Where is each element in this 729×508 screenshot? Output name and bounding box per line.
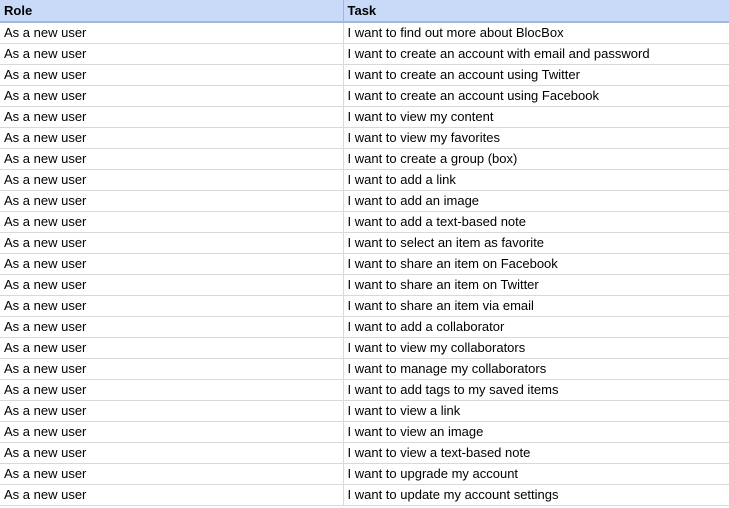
table-row: As a new user I want to share an item via… <box>0 295 729 317</box>
table-row: As a new user I want to upgrade my accoun… <box>0 463 729 485</box>
cell-role[interactable]: As a new user <box>0 211 344 233</box>
header-row: Role Task <box>0 0 729 23</box>
table-row: As a new user I want to view my favorites <box>0 127 729 149</box>
table-row: As a new user I want to create an account… <box>0 85 729 107</box>
cell-task[interactable]: I want to view a link <box>343 400 729 422</box>
table-row: As a new user I want to find out more abo… <box>0 22 729 44</box>
cell-task[interactable]: I want to view my favorites <box>343 127 729 149</box>
cell-role[interactable]: As a new user <box>0 274 344 296</box>
table-row: As a new user I want to add a text-based … <box>0 211 729 233</box>
table-row: As a new user I want to create an account… <box>0 64 729 86</box>
cell-role[interactable]: As a new user <box>0 253 344 275</box>
cell-task[interactable]: I want to update my account settings <box>343 484 729 506</box>
cell-task[interactable]: I want to view a text-based note <box>343 442 729 464</box>
table-header: Role Task <box>0 0 729 23</box>
cell-task[interactable]: I want to view my collaborators <box>343 337 729 359</box>
table-row: As a new user I want to view an image <box>0 421 729 443</box>
cell-task[interactable]: I want to manage my collaborators <box>343 358 729 380</box>
cell-role[interactable]: As a new user <box>0 316 344 338</box>
cell-task[interactable]: I want to select an item as favorite <box>343 232 729 254</box>
cell-role[interactable]: As a new user <box>0 106 344 128</box>
column-header-task[interactable]: Task <box>343 0 729 23</box>
table-row: As a new user I want to add a link <box>0 169 729 191</box>
cell-task[interactable]: I want to share an item via email <box>343 295 729 317</box>
cell-role[interactable]: As a new user <box>0 85 344 107</box>
table-row: As a new user I want to add tags to my sa… <box>0 379 729 401</box>
cell-role[interactable]: As a new user <box>0 442 344 464</box>
cell-role[interactable]: As a new user <box>0 484 344 506</box>
cell-task[interactable]: I want to view an image <box>343 421 729 443</box>
cell-role[interactable]: As a new user <box>0 400 344 422</box>
cell-task[interactable]: I want to add a collaborator <box>343 316 729 338</box>
cell-role[interactable]: As a new user <box>0 127 344 149</box>
cell-role[interactable]: As a new user <box>0 169 344 191</box>
cell-role[interactable]: As a new user <box>0 22 344 44</box>
table-body: As a new user I want to find out more abo… <box>0 22 729 506</box>
cell-role[interactable]: As a new user <box>0 337 344 359</box>
cell-task[interactable]: I want to add an image <box>343 190 729 212</box>
cell-task[interactable]: I want to add a text-based note <box>343 211 729 233</box>
table-row: As a new user I want to create an account… <box>0 43 729 65</box>
cell-task[interactable]: I want to view my content <box>343 106 729 128</box>
cell-task[interactable]: I want to add a link <box>343 169 729 191</box>
table-row: As a new user I want to select an item as… <box>0 232 729 254</box>
table-row: As a new user I want to view a text-based… <box>0 442 729 464</box>
cell-task[interactable]: I want to create an account with email a… <box>343 43 729 65</box>
table-row: As a new user I want to update my account… <box>0 484 729 506</box>
table-row: As a new user I want to share an item on … <box>0 253 729 275</box>
cell-task[interactable]: I want to upgrade my account <box>343 463 729 485</box>
cell-task[interactable]: I want to create a group (box) <box>343 148 729 170</box>
spreadsheet-table: Role Task As a new user I want to find ou… <box>0 0 729 506</box>
table-row: As a new user I want to add an image <box>0 190 729 212</box>
cell-task[interactable]: I want to create an account using Twitte… <box>343 64 729 86</box>
cell-role[interactable]: As a new user <box>0 421 344 443</box>
column-header-role[interactable]: Role <box>0 0 344 23</box>
cell-role[interactable]: As a new user <box>0 358 344 380</box>
table-row: As a new user I want to manage my collabo… <box>0 358 729 380</box>
table-row: As a new user I want to view a link <box>0 400 729 422</box>
table-row: As a new user I want to add a collaborato… <box>0 316 729 338</box>
cell-task[interactable]: I want to create an account using Facebo… <box>343 85 729 107</box>
cell-role[interactable]: As a new user <box>0 148 344 170</box>
cell-task[interactable]: I want to add tags to my saved items <box>343 379 729 401</box>
table-row: As a new user I want to share an item on … <box>0 274 729 296</box>
table-row: As a new user I want to create a group (b… <box>0 148 729 170</box>
cell-role[interactable]: As a new user <box>0 295 344 317</box>
cell-task[interactable]: I want to share an item on Twitter <box>343 274 729 296</box>
cell-role[interactable]: As a new user <box>0 379 344 401</box>
cell-role[interactable]: As a new user <box>0 43 344 65</box>
cell-role[interactable]: As a new user <box>0 64 344 86</box>
table-row: As a new user I want to view my collabora… <box>0 337 729 359</box>
cell-role[interactable]: As a new user <box>0 232 344 254</box>
cell-task[interactable]: I want to share an item on Facebook <box>343 253 729 275</box>
cell-role[interactable]: As a new user <box>0 190 344 212</box>
table-row: As a new user I want to view my content <box>0 106 729 128</box>
cell-role[interactable]: As a new user <box>0 463 344 485</box>
cell-task[interactable]: I want to find out more about BlocBox <box>343 22 729 44</box>
